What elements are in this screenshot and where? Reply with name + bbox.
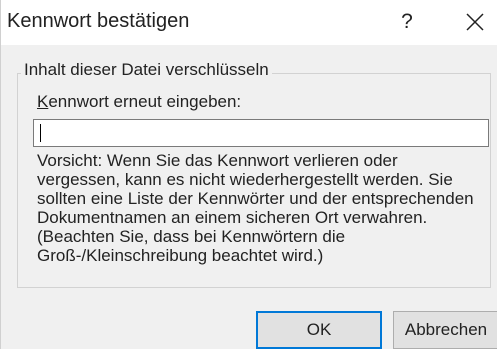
warning-line: Groß-/Kleinschreibung beachtet wird.) — [37, 246, 324, 265]
close-icon — [466, 13, 484, 31]
password-confirm-dialog: Kennwort bestätigen ? Inhalt dieser Date… — [0, 0, 497, 349]
group-legend: Inhalt dieser Datei verschlüsseln — [21, 60, 272, 80]
text-caret — [40, 124, 41, 142]
cancel-button[interactable]: Abbrechen — [393, 311, 497, 349]
warning-text: Vorsicht: Wenn Sie das Kennwort verliere… — [37, 151, 489, 265]
close-button[interactable] — [453, 2, 497, 42]
warning-line: Dokumentnamen an einem sicheren Ort verw… — [37, 208, 428, 227]
password-input[interactable] — [33, 119, 489, 147]
password-field-label: Kennwort erneut eingeben: — [37, 92, 241, 112]
warning-line: sollten eine Liste der Kennwörter und de… — [37, 189, 474, 208]
ok-button[interactable]: OK — [256, 311, 382, 349]
warning-line: vergessen, kann es nicht wiederhergestel… — [37, 170, 453, 189]
password-label-accelerator: K — [37, 92, 49, 111]
password-label-text: ennwort erneut eingeben: — [48, 92, 242, 111]
warning-line: (Beachten Sie, dass bei Kennwörtern die — [37, 227, 346, 246]
help-button[interactable]: ? — [389, 2, 425, 42]
warning-line: Vorsicht: Wenn Sie das Kennwort verliere… — [37, 151, 398, 170]
dialog-title: Kennwort bestätigen — [7, 10, 190, 32]
title-bar: Kennwort bestätigen ? — [1, 0, 497, 45]
